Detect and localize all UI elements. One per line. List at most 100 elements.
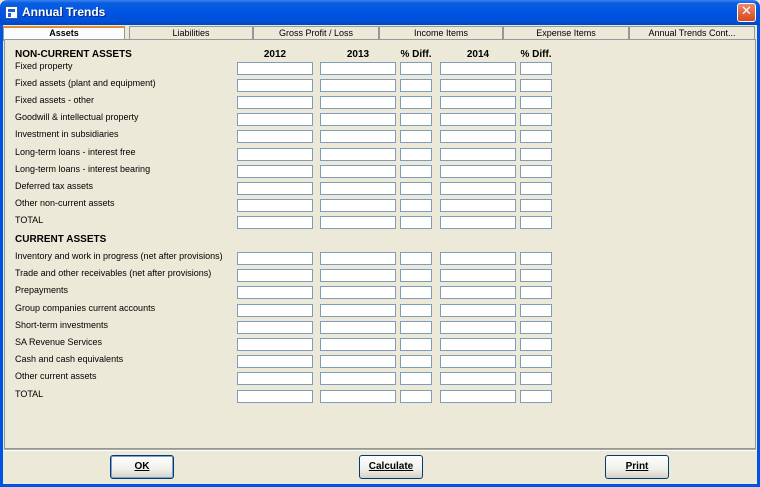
field-non_current-investment-in-subsidiaries-2013[interactable] [320,130,396,144]
input-non_current-goodwill-intellectual-property-2013[interactable] [321,114,395,126]
input-non_current-long-term-loans-interest-bearing-2012[interactable] [238,166,312,178]
input-current-sa-revenue-services-2013[interactable] [321,339,395,351]
input-non_current-total-2013[interactable] [321,217,395,229]
input-non_current-investment-in-subsidiaries-diff1[interactable] [401,131,431,143]
input-current-group-companies-current-accounts-2012[interactable] [238,305,312,317]
field-non_current-fixed-assets-other-2013[interactable] [320,96,396,110]
field-non_current-total-2013[interactable] [320,215,396,229]
input-non_current-other-non-current-assets-diff1[interactable] [401,200,431,212]
input-current-prepayments-2012[interactable] [238,287,312,299]
field-current-sa-revenue-services-diff2[interactable] [520,338,552,351]
tab-expense-items[interactable]: Expense Items [503,26,629,40]
field-non_current-fixed-assets-other-2014[interactable] [440,96,516,110]
input-current-total-2013[interactable] [321,391,395,403]
field-non_current-fixed-assets-other-2012[interactable] [237,96,313,110]
input-non_current-fixed-assets-plant-and-equipment-diff1[interactable] [401,80,431,92]
input-non_current-fixed-assets-other-diff2[interactable] [521,97,551,109]
input-current-short-term-investments-2013[interactable] [321,322,395,334]
input-non_current-deferred-tax-assets-2013[interactable] [321,183,395,195]
input-current-inventory-and-work-in-progress-net-after-provisions-diff1[interactable] [401,253,431,265]
input-current-short-term-investments-diff1[interactable] [401,322,431,334]
input-non_current-fixed-assets-other-2012[interactable] [238,97,312,109]
field-non_current-total-2014[interactable] [440,215,516,229]
input-current-trade-and-other-receivables-net-after-provisions-diff1[interactable] [401,270,431,282]
input-current-total-2014[interactable] [441,391,515,403]
field-current-inventory-and-work-in-progress-net-after-provisions-diff1[interactable] [400,252,432,265]
field-non_current-total-2012[interactable] [237,215,313,229]
field-current-sa-revenue-services-diff1[interactable] [400,338,432,351]
field-current-cash-and-cash-equivalents-2012[interactable] [237,355,313,369]
field-current-total-2013[interactable] [320,389,396,403]
field-non_current-long-term-loans-interest-bearing-diff2[interactable] [520,164,552,178]
field-non_current-fixed-assets-plant-and-equipment-2013[interactable] [320,79,396,93]
input-current-total-diff1[interactable] [401,391,431,403]
field-non_current-goodwill-intellectual-property-2012[interactable] [237,113,313,127]
field-current-other-current-assets-diff2[interactable] [520,372,552,386]
input-non_current-fixed-assets-other-2013[interactable] [321,97,395,109]
field-non_current-long-term-loans-interest-bearing-2013[interactable] [320,164,396,178]
input-non_current-deferred-tax-assets-diff2[interactable] [521,183,551,195]
input-current-group-companies-current-accounts-diff2[interactable] [521,305,551,317]
field-current-trade-and-other-receivables-net-after-provisions-2012[interactable] [237,269,313,283]
input-non_current-other-non-current-assets-diff2[interactable] [521,200,551,212]
input-non_current-total-diff1[interactable] [401,217,431,229]
field-current-total-diff2[interactable] [520,389,552,403]
input-current-inventory-and-work-in-progress-net-after-provisions-2012[interactable] [238,253,312,265]
input-non_current-investment-in-subsidiaries-2013[interactable] [321,131,395,143]
field-current-other-current-assets-diff1[interactable] [400,372,432,386]
field-current-cash-and-cash-equivalents-diff1[interactable] [400,355,432,369]
input-non_current-other-non-current-assets-2014[interactable] [441,200,515,212]
field-non_current-deferred-tax-assets-2013[interactable] [320,181,396,195]
input-non_current-long-term-loans-interest-bearing-diff1[interactable] [401,166,431,178]
field-non_current-other-non-current-assets-2012[interactable] [237,198,313,212]
field-non_current-fixed-assets-plant-and-equipment-2014[interactable] [440,79,516,93]
field-non_current-investment-in-subsidiaries-diff1[interactable] [400,130,432,144]
input-current-prepayments-2013[interactable] [321,287,395,299]
input-non_current-deferred-tax-assets-2014[interactable] [441,183,515,195]
input-current-sa-revenue-services-diff2[interactable] [521,339,551,351]
ok-button[interactable]: OK [110,455,174,479]
input-non_current-other-non-current-assets-2012[interactable] [238,200,312,212]
field-current-cash-and-cash-equivalents-2013[interactable] [320,355,396,369]
input-non_current-fixed-property-diff2[interactable] [521,63,551,75]
input-current-cash-and-cash-equivalents-diff1[interactable] [401,356,431,368]
input-current-cash-and-cash-equivalents-2014[interactable] [441,356,515,368]
field-non_current-investment-in-subsidiaries-2014[interactable] [440,130,516,144]
calculate-button[interactable]: Calculate [359,455,423,479]
input-current-cash-and-cash-equivalents-2012[interactable] [238,356,312,368]
field-non_current-goodwill-intellectual-property-diff1[interactable] [400,113,432,127]
input-current-short-term-investments-2012[interactable] [238,322,312,334]
input-current-other-current-assets-2013[interactable] [321,373,395,385]
field-non_current-long-term-loans-interest-free-2012[interactable] [237,147,313,161]
field-current-prepayments-2013[interactable] [320,286,396,300]
field-current-inventory-and-work-in-progress-net-after-provisions-2012[interactable] [237,252,313,265]
field-current-group-companies-current-accounts-diff2[interactable] [520,303,552,317]
input-non_current-investment-in-subsidiaries-2012[interactable] [238,131,312,143]
input-non_current-fixed-property-2013[interactable] [321,63,395,75]
input-non_current-long-term-loans-interest-free-2014[interactable] [441,149,515,160]
input-non_current-fixed-assets-plant-and-equipment-2013[interactable] [321,80,395,92]
field-current-trade-and-other-receivables-net-after-provisions-2014[interactable] [440,269,516,283]
input-current-trade-and-other-receivables-net-after-provisions-2013[interactable] [321,270,395,282]
input-current-inventory-and-work-in-progress-net-after-provisions-2014[interactable] [441,253,515,265]
field-non_current-long-term-loans-interest-bearing-2012[interactable] [237,164,313,178]
field-current-other-current-assets-2014[interactable] [440,372,516,386]
input-non_current-total-diff2[interactable] [521,217,551,229]
input-current-prepayments-2014[interactable] [441,287,515,299]
input-non_current-long-term-loans-interest-free-2012[interactable] [238,149,312,160]
input-current-short-term-investments-2014[interactable] [441,322,515,334]
input-current-other-current-assets-2014[interactable] [441,373,515,385]
input-current-group-companies-current-accounts-2013[interactable] [321,305,395,317]
field-non_current-other-non-current-assets-diff1[interactable] [400,198,432,212]
field-non_current-goodwill-intellectual-property-2014[interactable] [440,113,516,127]
input-non_current-total-2012[interactable] [238,217,312,229]
field-current-other-current-assets-2012[interactable] [237,372,313,386]
tab-gross-profit-loss[interactable]: Gross Profit / Loss [253,26,379,40]
input-current-cash-and-cash-equivalents-2013[interactable] [321,356,395,368]
field-non_current-fixed-assets-plant-and-equipment-diff2[interactable] [520,79,552,93]
input-non_current-goodwill-intellectual-property-2014[interactable] [441,114,515,126]
field-non_current-long-term-loans-interest-free-2013[interactable] [320,147,396,161]
field-current-sa-revenue-services-2012[interactable] [237,338,313,351]
input-non_current-goodwill-intellectual-property-2012[interactable] [238,114,312,126]
field-non_current-fixed-property-2014[interactable] [440,62,516,75]
